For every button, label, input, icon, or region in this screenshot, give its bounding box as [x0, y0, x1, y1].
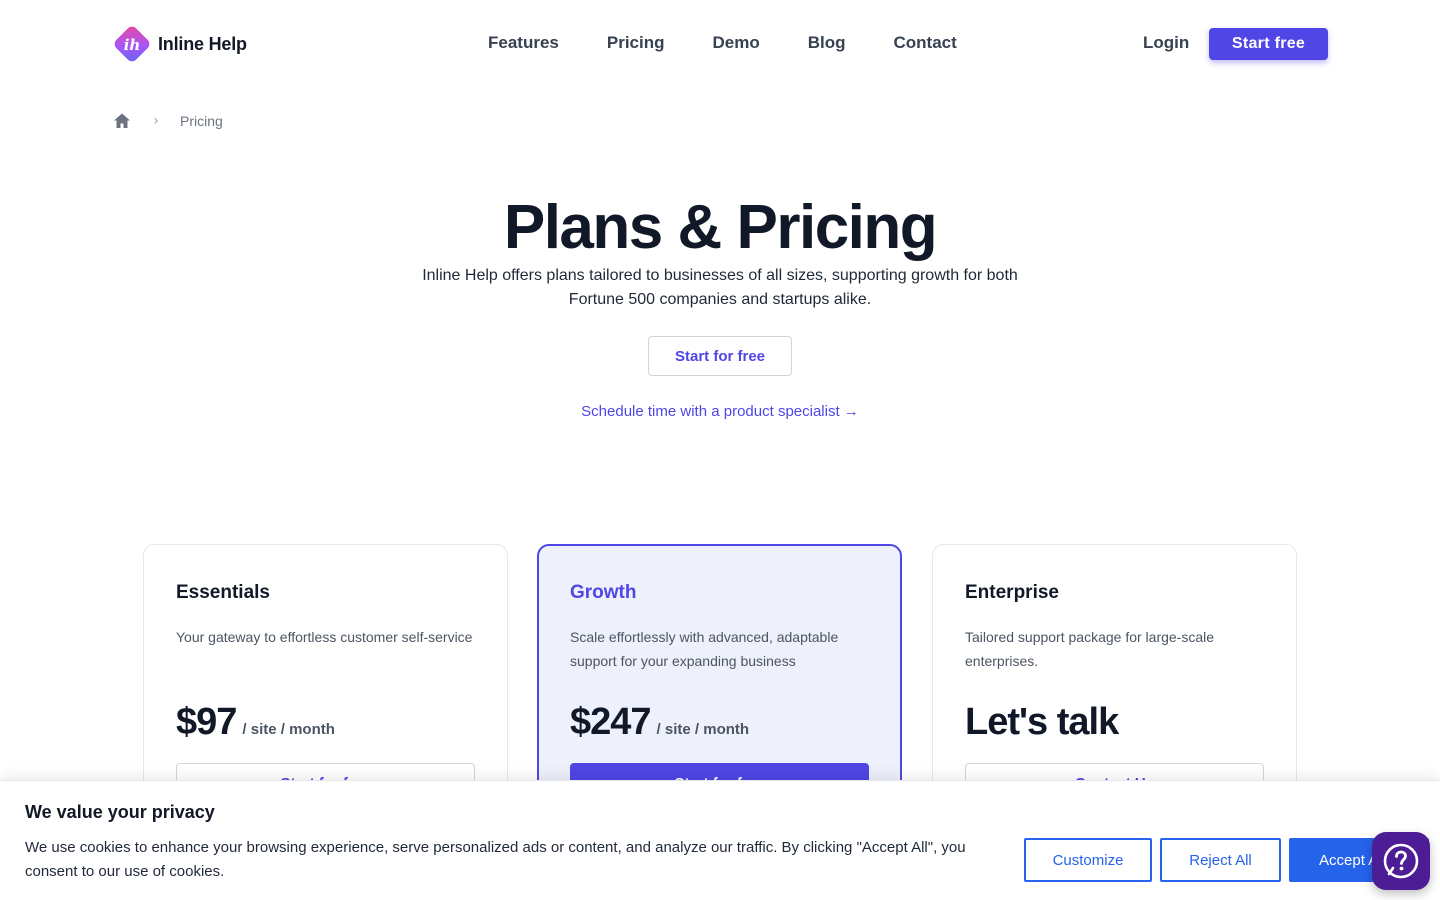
- login-link[interactable]: Login: [1143, 32, 1189, 54]
- plan-name: Growth: [570, 582, 637, 603]
- breadcrumb: › Pricing: [112, 111, 223, 131]
- plan-name: Essentials: [176, 582, 270, 603]
- plan-period: / site / month: [656, 721, 750, 738]
- plan-period: / site / month: [242, 721, 335, 738]
- cookie-customize-button[interactable]: Customize: [1024, 838, 1152, 882]
- plan-description: Scale effortlessly with advanced, adapta…: [570, 629, 839, 669]
- cookie-reject-all-button[interactable]: Reject All: [1160, 838, 1281, 882]
- plan-price-row: $247 / site / month: [570, 699, 869, 745]
- cookie-title: We value your privacy: [25, 802, 215, 822]
- plan-price-row: Let's talk: [965, 699, 1264, 745]
- hero-subtitle: Inline Help offers plans tailored to bus…: [422, 267, 1018, 308]
- nav-pricing[interactable]: Pricing: [583, 32, 689, 54]
- nav-demo[interactable]: Demo: [689, 32, 784, 54]
- svg-text:ih: ih: [124, 36, 141, 54]
- breadcrumb-current: Pricing: [180, 113, 223, 129]
- help-widget-button[interactable]: [1372, 832, 1430, 890]
- nav-blog[interactable]: Blog: [784, 32, 870, 54]
- help-question-icon: [1383, 843, 1419, 879]
- plan-price: $247: [570, 701, 652, 743]
- plan-name: Enterprise: [965, 582, 1059, 603]
- schedule-specialist-link[interactable]: Schedule time with a product specialist …: [0, 403, 1440, 420]
- inline-help-logo-icon: ih: [114, 26, 150, 62]
- page-title: Plans & Pricing: [503, 193, 938, 262]
- cookie-banner: We value your privacy We use cookies to …: [0, 780, 1440, 900]
- brand-name: Inline Help: [158, 33, 247, 54]
- plan-price: $97: [176, 701, 237, 743]
- chevron-right-icon: ›: [153, 113, 159, 129]
- plan-description: Tailored support package for large-scale…: [965, 629, 1215, 669]
- nav-features[interactable]: Features: [464, 32, 583, 54]
- hero-start-free-button[interactable]: Start for free: [648, 336, 792, 376]
- plan-price-row: $97 / site / month: [176, 699, 475, 745]
- home-icon[interactable]: [112, 111, 132, 131]
- brand-logo[interactable]: ih Inline Help: [112, 24, 247, 64]
- main-nav: Features Pricing Demo Blog Contact: [464, 32, 981, 54]
- cookie-text: We use cookies to enhance your browsing …: [25, 839, 966, 880]
- header-start-free-button[interactable]: Start free: [1209, 28, 1328, 60]
- site-header: ih Inline Help Features Pricing Demo Blo…: [0, 0, 1440, 88]
- plan-description: Your gateway to effortless customer self…: [176, 629, 473, 645]
- plan-price: Let's talk: [965, 701, 1119, 743]
- nav-contact[interactable]: Contact: [870, 32, 981, 54]
